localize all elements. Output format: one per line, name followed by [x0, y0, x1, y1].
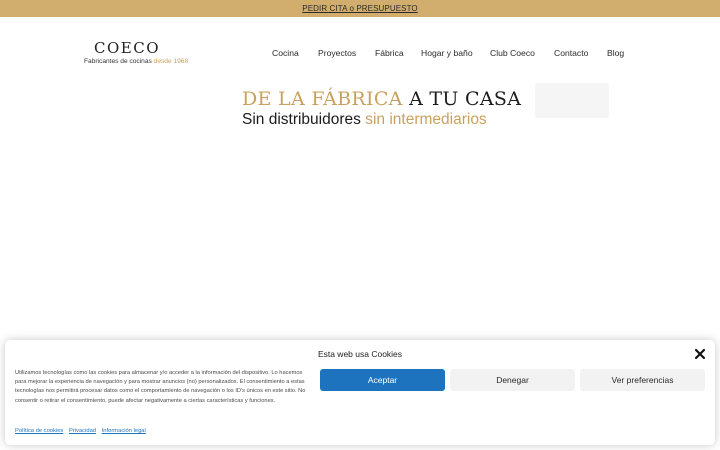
nav-item-contacto[interactable]: Contacto — [554, 48, 588, 58]
hero-title: DE LA FÁBRICA A TU CASA — [242, 88, 521, 110]
nav-item-club[interactable]: Club Coeco — [490, 48, 535, 58]
nav-item-hogar[interactable]: Hogar y baño — [421, 48, 473, 58]
nav-item-proyectos[interactable]: Proyectos — [318, 48, 356, 58]
hero-subtitle-gold: sin intermediarios — [365, 111, 487, 128]
cookie-description: Utilizamos tecnologías como las cookies … — [15, 370, 306, 404]
hero-title-gold: DE LA FÁBRICA — [242, 88, 403, 110]
nav-item-cocina[interactable]: Cocina — [272, 48, 299, 58]
hero-heading: DE LA FÁBRICA A TU CASA Sin distribuidor… — [242, 88, 521, 129]
nav-item-fabrica[interactable]: Fábrica — [375, 48, 404, 58]
hero-subtitle-dark: Sin distribuidores — [242, 111, 361, 128]
cookie-policy-link[interactable]: Política de cookies — [15, 428, 63, 434]
hero-image-placeholder — [535, 83, 609, 118]
privacy-link[interactable]: Privacidad — [69, 428, 96, 434]
accept-button[interactable]: Aceptar — [320, 369, 445, 391]
cookie-links: Política de cookies Privacidad Informaci… — [15, 428, 150, 434]
preferences-button[interactable]: Ver preferencias — [580, 369, 705, 391]
announcement-bar: PEDIR CITA o PRESUPUESTO — [0, 0, 720, 17]
close-icon[interactable] — [694, 348, 706, 360]
hero-title-dark: A TU CASA — [409, 88, 522, 110]
hero-subtitle: Sin distribuidores sin intermediarios — [242, 111, 521, 129]
legal-info-link[interactable]: Información legal — [102, 428, 146, 434]
appointment-link[interactable]: PEDIR CITA o PRESUPUESTO — [302, 4, 417, 13]
site-header: COECO Fabricantes de cocinas desde 1968 … — [0, 17, 720, 77]
deny-button[interactable]: Denegar — [450, 369, 575, 391]
cookie-banner: Esta web usa Cookies Utilizamos tecnolog… — [5, 340, 715, 445]
nav-item-blog[interactable]: Blog — [607, 48, 624, 58]
cookie-title: Esta web usa Cookies — [317, 349, 403, 359]
main-nav: Cocina Proyectos Fábrica Hogar y baño Cl… — [0, 48, 720, 60]
